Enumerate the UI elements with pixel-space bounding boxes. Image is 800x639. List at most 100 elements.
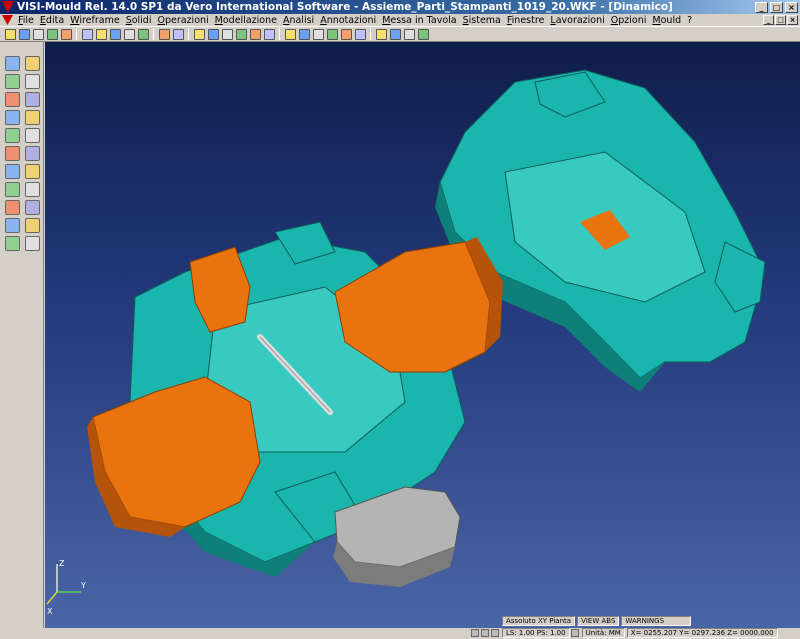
zoom-in-icon[interactable]	[207, 28, 219, 40]
menu-wireframe[interactable]: Wireframe	[67, 15, 123, 26]
doc-close-button[interactable]: ×	[787, 15, 798, 25]
delete-icon[interactable]	[25, 56, 40, 71]
toolbar-separator	[153, 28, 154, 40]
status-icon-3[interactable]	[491, 629, 499, 637]
menu-messa-in-tavola[interactable]: Messa in Tavola	[379, 15, 459, 26]
view-mode[interactable]: VIEW ABS	[577, 616, 620, 626]
toolbar-separator	[188, 28, 189, 40]
view-back-icon[interactable]	[340, 28, 352, 40]
status-icon-1[interactable]	[471, 629, 479, 637]
toolbar-separator	[76, 28, 77, 40]
close-button[interactable]: ×	[785, 1, 798, 13]
y-axis-label: Y	[80, 581, 86, 590]
zoom-out-icon[interactable]	[221, 28, 233, 40]
toolbar-separator	[279, 28, 280, 40]
new-icon[interactable]	[4, 28, 16, 40]
mirror-icon[interactable]	[25, 164, 40, 179]
select-icon[interactable]	[5, 56, 20, 71]
menu-opzioni[interactable]: Opzioni	[608, 15, 650, 26]
status-icon-4[interactable]	[570, 629, 579, 637]
window-title: VISI-Mould Rel. 14.0 SP1 da Vero Interna…	[17, 1, 673, 13]
extend-icon[interactable]	[25, 200, 40, 215]
filter-icon[interactable]	[5, 218, 20, 233]
doc-restore-button[interactable]: □	[775, 15, 786, 25]
folder-icon[interactable]	[32, 28, 44, 40]
layer-icon[interactable]	[5, 146, 20, 161]
copy-icon[interactable]	[81, 28, 93, 40]
scale-readout: LS: 1.00 PS: 1.00	[502, 628, 570, 638]
app-icon[interactable]	[2, 1, 14, 13]
status-bar: Assoluto XY Pianta VIEW ABS WARNINGS LS:…	[0, 616, 800, 639]
3d-viewport[interactable]: Z Y X	[45, 42, 800, 628]
attribute-icon[interactable]	[25, 146, 40, 161]
render-icon[interactable]	[417, 28, 429, 40]
cut-icon[interactable]	[95, 28, 107, 40]
save-icon[interactable]	[46, 28, 58, 40]
shaded-icon[interactable]	[375, 28, 387, 40]
menu-edita[interactable]: Edita	[37, 15, 67, 26]
model-view: Z Y X	[46, 69, 766, 616]
menu-file[interactable]: File	[15, 15, 37, 26]
zoom-window-icon[interactable]	[193, 28, 205, 40]
dimension-icon[interactable]	[25, 128, 40, 143]
units-readout: Unità: MM	[581, 628, 625, 638]
view-top-icon[interactable]	[298, 28, 310, 40]
doc-minimize-button[interactable]: _	[763, 15, 774, 25]
rectangle-icon[interactable]	[5, 110, 20, 125]
menu-analisi[interactable]: Analisi	[280, 15, 317, 26]
view-label[interactable]: Assoluto XY Pianta	[502, 616, 576, 626]
menu-lavorazioni[interactable]: Lavorazioni	[547, 15, 607, 26]
question-icon[interactable]	[5, 182, 20, 197]
arc-icon[interactable]	[25, 92, 40, 107]
wireframe-icon[interactable]	[389, 28, 401, 40]
coords-readout: X= 0255.207 Y= 0297.236 Z= 0000.000	[626, 628, 778, 638]
menu-help[interactable]: ?	[684, 15, 695, 26]
solid-icon[interactable]	[25, 182, 40, 197]
hidden-line-icon[interactable]	[403, 28, 415, 40]
view-iso-icon[interactable]	[326, 28, 338, 40]
view-bottom-icon[interactable]	[354, 28, 366, 40]
circle-icon[interactable]	[5, 92, 20, 107]
pan-icon[interactable]	[235, 28, 247, 40]
maximize-button[interactable]: □	[770, 1, 783, 13]
rotate-icon[interactable]	[263, 28, 275, 40]
measure-icon[interactable]	[5, 128, 20, 143]
toolbar-separator	[370, 28, 371, 40]
menu-solidi[interactable]: Solidi	[123, 15, 155, 26]
export-icon[interactable]	[137, 28, 149, 40]
x-axis-line	[46, 591, 58, 605]
view-side-icon[interactable]	[312, 28, 324, 40]
properties-icon[interactable]	[123, 28, 135, 40]
view-front-icon[interactable]	[284, 28, 296, 40]
menu-modellazione[interactable]: Modellazione	[212, 15, 280, 26]
undo-icon[interactable]	[158, 28, 170, 40]
minimize-button[interactable]: _	[755, 1, 768, 13]
transform-icon[interactable]	[5, 164, 20, 179]
menu-mould[interactable]: Mould	[649, 15, 684, 26]
menu-bar: File Edita Wireframe Solidi Operazioni M…	[0, 14, 800, 26]
spline-icon[interactable]	[25, 110, 40, 125]
redo-icon[interactable]	[172, 28, 184, 40]
group-icon[interactable]	[25, 218, 40, 233]
z-axis-label: Z	[59, 559, 65, 568]
print-icon[interactable]	[60, 28, 72, 40]
open-icon[interactable]	[18, 28, 30, 40]
zoom-all-icon[interactable]	[249, 28, 261, 40]
x-axis-label: X	[47, 607, 53, 616]
warnings-indicator[interactable]: WARNINGS	[621, 616, 692, 626]
status-icon-2[interactable]	[481, 629, 489, 637]
arrow-left-icon[interactable]	[5, 236, 20, 251]
point-icon[interactable]	[5, 74, 20, 89]
line-icon[interactable]	[25, 74, 40, 89]
menu-finestre[interactable]: Finestre	[504, 15, 548, 26]
document-icon[interactable]	[2, 15, 13, 25]
menu-sistema[interactable]: Sistema	[460, 15, 504, 26]
paste-icon[interactable]	[109, 28, 121, 40]
arrow-right-icon[interactable]	[25, 236, 40, 251]
main-toolbar	[0, 26, 800, 42]
menu-operazioni[interactable]: Operazioni	[154, 15, 211, 26]
side-toolbar	[0, 42, 44, 628]
trim-icon[interactable]	[5, 200, 20, 215]
axis-triad: Z Y X	[46, 559, 86, 616]
menu-annotazioni[interactable]: Annotazioni	[317, 15, 379, 26]
